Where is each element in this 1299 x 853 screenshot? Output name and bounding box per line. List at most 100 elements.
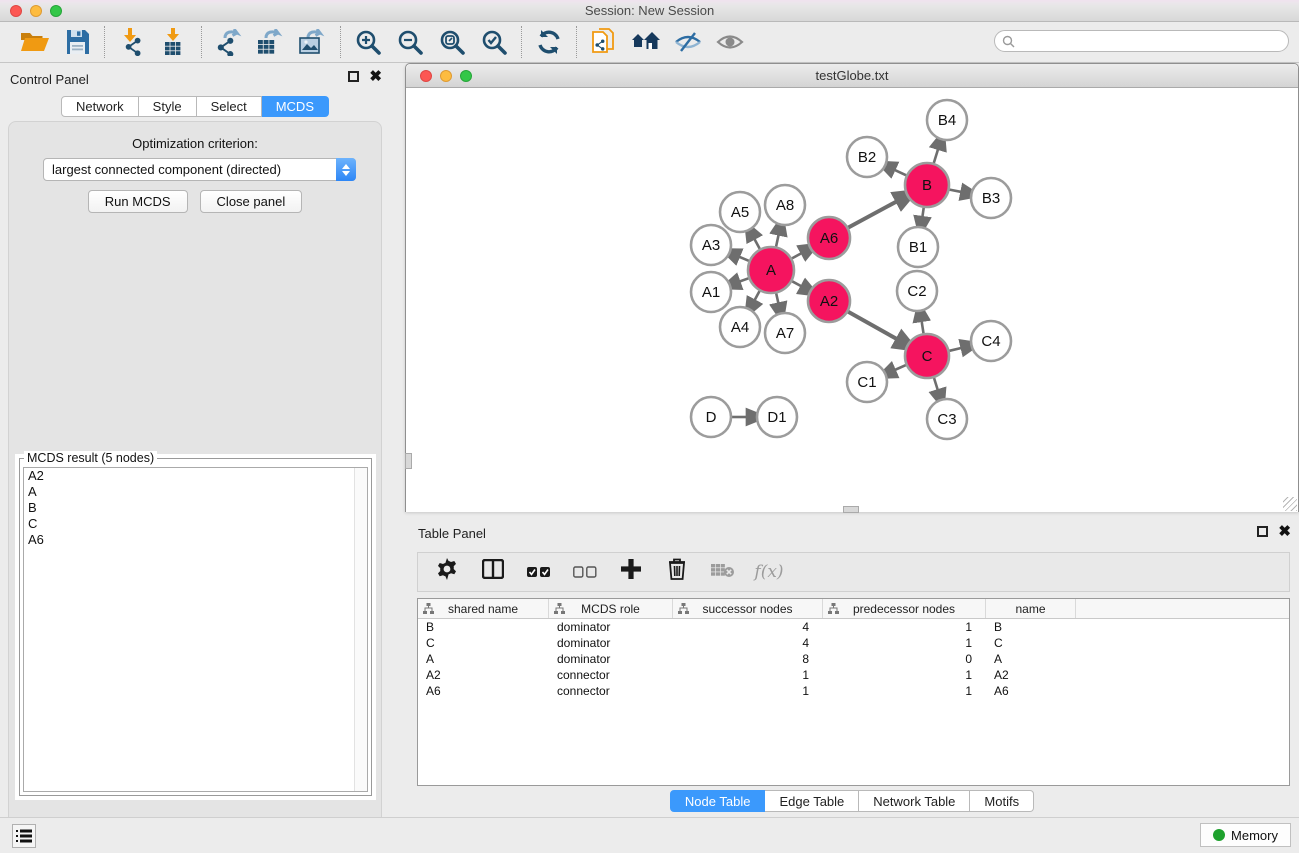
zoom-fit-button[interactable] bbox=[435, 26, 469, 58]
edge-A-A2[interactable] bbox=[792, 281, 802, 287]
node-C4[interactable]: C4 bbox=[971, 321, 1011, 361]
export-table-button[interactable] bbox=[254, 26, 288, 58]
node-C[interactable]: C bbox=[905, 334, 949, 378]
node-A5[interactable]: A5 bbox=[720, 192, 760, 232]
edge-A-A6[interactable] bbox=[792, 253, 803, 259]
column-header-MCDS-role[interactable]: MCDS role bbox=[549, 599, 673, 618]
hide-selected-button[interactable] bbox=[671, 26, 705, 58]
node-A8[interactable]: A8 bbox=[765, 185, 805, 225]
network-zoom-icon[interactable] bbox=[460, 70, 472, 82]
resize-grip[interactable] bbox=[1283, 497, 1297, 511]
new-network-from-selection-button[interactable] bbox=[587, 26, 621, 58]
import-network-button[interactable] bbox=[115, 26, 149, 58]
export-image-button[interactable] bbox=[296, 26, 330, 58]
node-C2[interactable]: C2 bbox=[897, 271, 937, 311]
apply-layout-button[interactable] bbox=[532, 26, 566, 58]
show-all-button[interactable] bbox=[713, 26, 747, 58]
tab-select[interactable]: Select bbox=[197, 96, 262, 117]
deselect-all-button[interactable] bbox=[572, 559, 598, 585]
zoom-window-icon[interactable] bbox=[50, 5, 62, 17]
node-B3[interactable]: B3 bbox=[971, 178, 1011, 218]
network-close-icon[interactable] bbox=[420, 70, 432, 82]
network-canvas[interactable]: B4 B2 B B3 A8 A5 A6 A3 B1 A C2 A1 A2 A4 … bbox=[406, 88, 1298, 512]
tab-node-table[interactable]: Node Table bbox=[670, 790, 766, 812]
edge-A-A3[interactable] bbox=[738, 256, 749, 261]
import-table-button[interactable] bbox=[157, 26, 191, 58]
node-A3[interactable]: A3 bbox=[691, 225, 731, 265]
search-field[interactable] bbox=[994, 30, 1289, 52]
memory-button[interactable]: Memory bbox=[1200, 823, 1291, 847]
network-minimize-icon[interactable] bbox=[440, 70, 452, 82]
tab-motifs[interactable]: Motifs bbox=[970, 790, 1034, 812]
close-table-panel-icon[interactable]: ✖ bbox=[1278, 526, 1291, 537]
node-C3[interactable]: C3 bbox=[927, 399, 967, 439]
table-row[interactable]: Cdominator41C bbox=[418, 635, 1289, 651]
table-row[interactable]: A6connector11A6 bbox=[418, 683, 1289, 699]
column-header-name[interactable]: name bbox=[986, 599, 1076, 618]
edge-B-B4[interactable] bbox=[934, 148, 939, 163]
node-B[interactable]: B bbox=[905, 163, 949, 207]
result-scrollbar[interactable] bbox=[354, 468, 367, 791]
edge-A2-C[interactable] bbox=[848, 312, 898, 340]
window-controls[interactable] bbox=[10, 5, 62, 17]
network-window-titlebar[interactable]: testGlobe.txt bbox=[406, 64, 1298, 88]
table-row[interactable]: Bdominator41B bbox=[418, 619, 1289, 635]
node-A7[interactable]: A7 bbox=[765, 313, 805, 353]
float-table-panel-icon[interactable] bbox=[1257, 526, 1268, 537]
close-window-icon[interactable] bbox=[10, 5, 22, 17]
node-B1[interactable]: B1 bbox=[898, 227, 938, 267]
bottom-splitter-grip[interactable] bbox=[843, 506, 859, 513]
tab-style[interactable]: Style bbox=[139, 96, 197, 117]
search-input[interactable] bbox=[1015, 32, 1288, 50]
open-session-button[interactable] bbox=[18, 26, 52, 58]
edge-C-C4[interactable] bbox=[949, 348, 962, 351]
edge-A-A5[interactable] bbox=[754, 238, 760, 249]
zoom-out-button[interactable] bbox=[393, 26, 427, 58]
result-item[interactable]: A2 bbox=[24, 468, 367, 484]
zoom-in-button[interactable] bbox=[351, 26, 385, 58]
node-A2[interactable]: A2 bbox=[808, 280, 850, 322]
edge-B-B3[interactable] bbox=[950, 190, 963, 193]
edge-A-A4[interactable] bbox=[754, 291, 760, 301]
left-splitter-grip[interactable] bbox=[405, 453, 412, 469]
edge-C-C3[interactable] bbox=[934, 378, 938, 392]
result-item[interactable]: B bbox=[24, 500, 367, 516]
show-panels-button[interactable] bbox=[12, 824, 36, 848]
node-D1[interactable]: D1 bbox=[757, 397, 797, 437]
float-panel-icon[interactable] bbox=[348, 71, 359, 82]
close-panel-icon[interactable]: ✖ bbox=[369, 71, 382, 82]
column-header-shared-name[interactable]: shared name bbox=[418, 599, 549, 618]
node-B2[interactable]: B2 bbox=[847, 137, 887, 177]
select-all-button[interactable] bbox=[526, 559, 552, 585]
gear-button[interactable] bbox=[434, 559, 460, 585]
delete-button[interactable] bbox=[664, 559, 690, 585]
close-panel-button[interactable]: Close panel bbox=[200, 190, 303, 213]
columns-button[interactable] bbox=[480, 559, 506, 585]
edge-A-A8[interactable] bbox=[776, 233, 779, 246]
edge-A-A7[interactable] bbox=[776, 293, 779, 304]
save-session-button[interactable] bbox=[60, 26, 94, 58]
add-button[interactable] bbox=[618, 559, 644, 585]
edge-B-B2[interactable] bbox=[893, 169, 906, 175]
node-A[interactable]: A bbox=[748, 247, 794, 293]
result-item[interactable]: A6 bbox=[24, 532, 367, 548]
table-row[interactable]: Adominator80A bbox=[418, 651, 1289, 667]
edge-A6-B[interactable] bbox=[848, 201, 898, 228]
tab-network-table[interactable]: Network Table bbox=[859, 790, 970, 812]
run-mcds-button[interactable]: Run MCDS bbox=[88, 190, 188, 213]
node-A4[interactable]: A4 bbox=[720, 307, 760, 347]
tab-mcds[interactable]: MCDS bbox=[262, 96, 329, 117]
column-header-predecessor-nodes[interactable]: predecessor nodes bbox=[823, 599, 986, 618]
criterion-dropdown[interactable]: largest connected component (directed) bbox=[43, 158, 356, 181]
edge-B-B1[interactable] bbox=[922, 208, 924, 219]
node-D[interactable]: D bbox=[691, 397, 731, 437]
table-row[interactable]: A2connector11A2 bbox=[418, 667, 1289, 683]
column-header-successor-nodes[interactable]: successor nodes bbox=[673, 599, 823, 618]
first-neighbors-button[interactable] bbox=[629, 26, 663, 58]
tab-network[interactable]: Network bbox=[61, 96, 139, 117]
edge-C-C1[interactable] bbox=[894, 365, 906, 370]
zoom-selected-button[interactable] bbox=[477, 26, 511, 58]
edge-C-C2[interactable] bbox=[921, 320, 923, 334]
node-B4[interactable]: B4 bbox=[927, 100, 967, 140]
node-A6[interactable]: A6 bbox=[808, 217, 850, 259]
